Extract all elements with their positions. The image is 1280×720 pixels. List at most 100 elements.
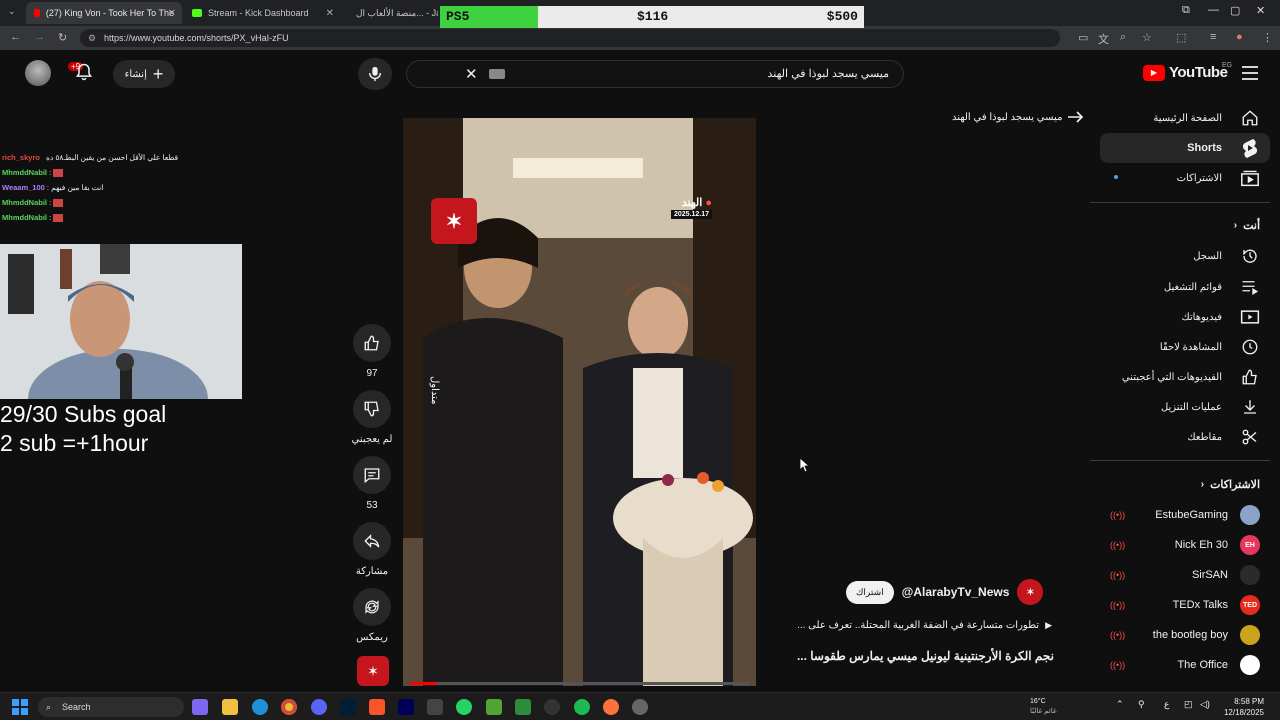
channel-avatar[interactable]: ✶	[1017, 579, 1044, 605]
subscription-item[interactable]: Nick Eh 30 EH	[1100, 530, 1270, 560]
clear-search-icon[interactable]: ✕	[465, 65, 478, 83]
minecraft-icon[interactable]	[486, 699, 502, 715]
whatsapp-icon[interactable]	[456, 699, 472, 715]
dislike-action[interactable]: لم يعجبني	[347, 390, 397, 445]
minimize-icon[interactable]: —	[1208, 4, 1219, 16]
tray-overflow-icon[interactable]: ⌃	[1116, 699, 1124, 710]
extensions-icon[interactable]: ⬚	[1176, 31, 1186, 44]
firefox-icon[interactable]	[603, 699, 619, 715]
close-window-icon[interactable]: ✕	[1256, 4, 1265, 17]
weather-widget[interactable]: 16°C غائم غالبًا	[1030, 697, 1057, 717]
subscription-item[interactable]: SirSAN	[1100, 560, 1270, 590]
tab-search-icon[interactable]: ⌄	[8, 6, 16, 17]
comments-action[interactable]: 53	[347, 456, 397, 511]
sidebar-item-liked-videos[interactable]: الفيديوهات التي أعجبتني	[1100, 362, 1270, 392]
shorts-title[interactable]: نجم الكرة الأرجنتينية ليونيل ميسي يمارس …	[770, 649, 1054, 663]
shorts-video-player[interactable]: ✶ الهند ● 2025.12.17 متداول	[403, 118, 756, 686]
sidebar-item-home[interactable]: الصفحة الرئيسية	[1100, 103, 1270, 133]
keyboard-language-icon[interactable]: ع	[1164, 699, 1169, 710]
photoshop-icon[interactable]	[340, 699, 356, 715]
forward-icon[interactable]: →	[34, 31, 45, 43]
youtube-logo[interactable]: ▶ YouTube	[1143, 64, 1228, 81]
sidebar-you-header[interactable]: › أنت	[1234, 219, 1260, 232]
sidebar-item-subscriptions[interactable]: الاشتراكات	[1100, 163, 1270, 193]
tab-kick-dashboard[interactable]: Stream - Kick Dashboard ✕	[184, 2, 340, 24]
sidebar-item-downloads[interactable]: عمليات التنزيل	[1100, 392, 1270, 422]
dislike-button[interactable]	[353, 390, 391, 428]
voice-search-button[interactable]	[358, 58, 392, 90]
search-input[interactable]: ✕ ميسي يسجد لبوذا في الهند	[406, 60, 904, 88]
channel-name-link[interactable]: @AlarabyTv_News	[902, 585, 1010, 599]
subscription-item[interactable]: EstubeGaming	[1100, 500, 1270, 530]
sidebar-item-watch-later[interactable]: المشاهدة لاحقًا	[1100, 332, 1270, 362]
description-row[interactable]: ▶ تطورات متسارعة في الضفة الغربية المحتل…	[780, 620, 1052, 631]
sidebar-item-your-videos[interactable]: فيديوهاتك	[1100, 302, 1270, 332]
edge-icon[interactable]	[252, 699, 268, 715]
share-action[interactable]: مشاركة	[347, 522, 397, 577]
premiere-icon[interactable]	[398, 699, 414, 715]
reload-icon[interactable]: ↻	[58, 31, 67, 44]
discord-icon[interactable]	[311, 699, 327, 715]
network-icon[interactable]: ◰	[1184, 699, 1193, 710]
microphone-tray-icon[interactable]: ⚲	[1138, 699, 1145, 710]
guide-menu-icon[interactable]	[1242, 66, 1258, 85]
capcut-icon[interactable]	[427, 699, 443, 715]
channel-row: اشتراك @AlarabyTv_News ✶	[846, 579, 1044, 605]
chrome-icon[interactable]	[281, 699, 297, 715]
browser-menu-icon[interactable]: ⋮	[1262, 31, 1273, 44]
sidebar-subscriptions-header[interactable]: › الاشتراكات	[1201, 478, 1260, 491]
taskbar-clock[interactable]: 8:58 PM 12/18/2025	[1224, 696, 1264, 718]
close-tab-icon[interactable]: ✕	[326, 8, 334, 19]
like-button[interactable]	[353, 324, 391, 362]
chat-text: قطعا علي الأقل احسن من يقين البطـ٥٨ ده	[46, 153, 179, 162]
remix-button[interactable]	[353, 588, 391, 626]
reading-list-icon[interactable]: ≡	[1210, 31, 1216, 43]
url-field[interactable]: ⚙ https://www.youtube.com/shorts/PX_vHaI…	[80, 29, 1060, 47]
obs-icon[interactable]	[544, 699, 560, 715]
account-avatar[interactable]	[25, 60, 51, 86]
maximize-icon[interactable]: ▢	[1230, 4, 1240, 17]
translate-icon[interactable]: 文	[1098, 31, 1109, 47]
profile-icon[interactable]: ●	[1236, 31, 1243, 43]
spotify-icon[interactable]	[574, 699, 590, 715]
video-progress-bar[interactable]	[410, 682, 750, 685]
tab-games-platform[interactable]: منصة الألعاب ال... - Ja	[342, 2, 438, 24]
plus-icon: +	[152, 63, 164, 84]
bookmark-star-icon[interactable]: ☆	[1142, 31, 1152, 44]
volume-icon[interactable]: ◁)	[1200, 699, 1210, 710]
sidebar-item-playlists[interactable]: قوائم التشغيل	[1100, 272, 1270, 302]
search-suggestion-link[interactable]: ميسي يسجد لبوذا في الهند	[952, 111, 1084, 123]
taskbar-search-box[interactable]: ⌕ Search	[38, 697, 184, 717]
arrow-right-icon	[1068, 111, 1084, 123]
file-explorer-icon[interactable]	[222, 699, 238, 715]
cast-icon[interactable]: ▭	[1078, 31, 1088, 44]
chat-user: Weaam_100	[2, 183, 45, 192]
notifications-bell-icon[interactable]	[74, 62, 94, 87]
subscription-item[interactable]: TEDx Talks TED	[1100, 590, 1270, 620]
share-button[interactable]	[353, 522, 391, 560]
like-action[interactable]: 97	[347, 324, 397, 379]
tab-youtube[interactable]: (27) King Von - Took Her To The ✕	[26, 2, 182, 24]
teams-icon[interactable]	[192, 699, 208, 715]
create-button[interactable]: إنشاء +	[113, 60, 175, 88]
sidebar-item-clips[interactable]: مقاطعك	[1100, 422, 1270, 452]
subscription-item[interactable]: the bootleg boy	[1100, 620, 1270, 650]
keyboard-icon[interactable]	[489, 69, 505, 79]
close-tab-icon[interactable]: ✕	[168, 8, 176, 19]
site-info-icon[interactable]: ⚙	[88, 29, 96, 47]
subscription-item[interactable]: The Office	[1100, 650, 1270, 680]
sidebar-item-label: قوائم التشغيل	[1163, 281, 1222, 293]
brave-icon[interactable]	[369, 699, 385, 715]
zoom-icon[interactable]: ⌕	[1120, 31, 1126, 44]
subscribe-button[interactable]: اشتراك	[846, 580, 894, 604]
windows-start-icon[interactable]	[12, 699, 28, 715]
back-icon[interactable]: ←	[10, 31, 21, 43]
sidebar-item-shorts[interactable]: Shorts	[1100, 133, 1270, 163]
remix-action[interactable]: ريمكس	[347, 588, 397, 643]
tab-actions-icon[interactable]: ⧉	[1182, 4, 1190, 17]
sidebar-item-history[interactable]: السجل	[1100, 241, 1270, 271]
sound-channel-thumbnail[interactable]: ✶	[357, 656, 389, 686]
comments-button[interactable]	[353, 456, 391, 494]
green-app-icon[interactable]	[515, 699, 531, 715]
settings-gear-icon[interactable]	[632, 699, 648, 715]
